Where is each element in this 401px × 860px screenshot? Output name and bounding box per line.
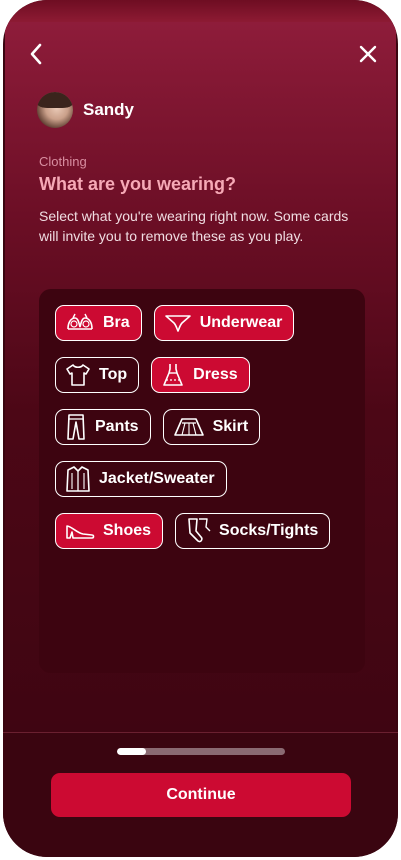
chip-label: Bra xyxy=(103,314,130,331)
close-button[interactable] xyxy=(354,38,382,70)
chip-row: Jacket/Sweater xyxy=(55,461,227,497)
section-label: Clothing xyxy=(39,154,87,169)
chip-dress[interactable]: Dress xyxy=(151,357,250,393)
chip-label: Jacket/Sweater xyxy=(99,470,215,487)
chip-row: Bra Underwear xyxy=(55,305,295,341)
close-icon xyxy=(359,45,377,63)
chip-skirt[interactable]: Skirt xyxy=(162,409,261,445)
chip-label: Socks/Tights xyxy=(219,522,319,539)
continue-button[interactable]: Continue xyxy=(51,773,351,817)
chip-shoes[interactable]: Shoes xyxy=(55,513,164,549)
back-button[interactable] xyxy=(23,38,49,70)
shoes-icon xyxy=(66,525,95,539)
chip-bra[interactable]: Bra xyxy=(55,305,142,341)
dress-icon xyxy=(163,364,183,386)
description-text: Select what you're wearing right now. So… xyxy=(39,208,349,244)
avatar xyxy=(37,92,73,128)
chip-socks-tights[interactable]: Socks/Tights xyxy=(175,513,331,549)
chip-underwear[interactable]: Underwear xyxy=(153,305,295,341)
pants-icon xyxy=(67,414,85,440)
chip-label: Underwear xyxy=(199,314,283,331)
user-name: Sandy xyxy=(83,100,135,119)
status-bar xyxy=(3,0,398,22)
clothing-options-panel: Bra Underwear Top Dress Pants Skirt Jack… xyxy=(39,289,365,673)
top-icon xyxy=(66,364,90,386)
bra-icon xyxy=(67,313,93,330)
chip-jacket-sweater[interactable]: Jacket/Sweater xyxy=(55,461,227,497)
chip-label: Dress xyxy=(193,366,238,383)
phone-frame: Sandy Clothing What are you wearing? Sel… xyxy=(3,0,398,857)
top-bar xyxy=(5,38,396,70)
chip-pants[interactable]: Pants xyxy=(55,409,151,445)
chevron-left-icon xyxy=(30,43,42,65)
footer: Continue xyxy=(3,732,398,857)
chip-row: Shoes Socks/Tights xyxy=(55,513,331,549)
progress-bar xyxy=(117,748,285,755)
chip-top[interactable]: Top xyxy=(55,357,140,393)
underwear-icon xyxy=(164,315,191,332)
chip-label: Skirt xyxy=(212,418,249,435)
jacket-icon xyxy=(66,466,90,492)
chip-label: Shoes xyxy=(103,522,152,539)
chip-label: Top xyxy=(99,366,128,383)
chip-row: Pants Skirt xyxy=(55,409,261,445)
page-title: What are you wearing? xyxy=(39,174,237,194)
clothing-screen: Sandy Clothing What are you wearing? Sel… xyxy=(5,22,396,732)
user-row: Sandy xyxy=(37,92,134,128)
skirt-icon xyxy=(173,418,204,436)
progress-fill xyxy=(117,748,146,755)
socks-icon xyxy=(188,518,211,543)
chip-label: Pants xyxy=(95,418,139,435)
chip-row: Top Dress xyxy=(55,357,250,393)
